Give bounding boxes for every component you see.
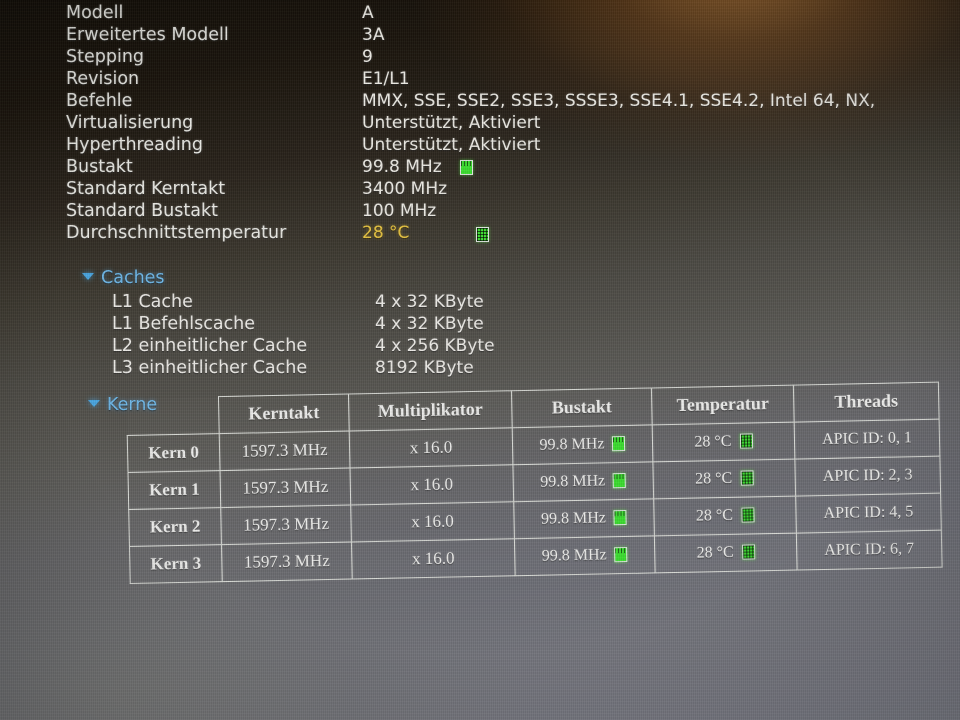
core-multiplier: x 16.0 bbox=[349, 427, 513, 468]
cache-label: L2 einheitlicher Cache bbox=[112, 336, 308, 356]
core-clock: 1597.3 MHz bbox=[219, 430, 350, 471]
bars-indicator-icon bbox=[460, 160, 473, 175]
core-bus-value: 99.8 MHz bbox=[540, 508, 607, 528]
core-temperature: 28 °C bbox=[653, 495, 797, 536]
property-value: 9 bbox=[362, 47, 373, 67]
property-label: Hyperthreading bbox=[66, 135, 204, 155]
property-value: MMX, SSE, SSE2, SSE3, SSSE3, SSE4.1, SSE… bbox=[362, 91, 876, 111]
property-label: Durchschnittstemperatur bbox=[66, 223, 287, 243]
cores-table-container: Kerntakt Multiplikator Bustakt Temperatu… bbox=[126, 382, 943, 584]
core-bus: 99.8 MHz bbox=[514, 535, 656, 576]
core-name: Kern 1 bbox=[127, 470, 221, 509]
core-temperature-value: 28 °C bbox=[694, 432, 732, 451]
mesh-indicator-icon bbox=[740, 507, 755, 523]
core-multiplier: x 16.0 bbox=[351, 538, 516, 579]
core-threads: APIC ID: 2, 3 bbox=[794, 455, 941, 496]
core-multiplier: x 16.0 bbox=[349, 464, 514, 505]
property-label: Revision bbox=[66, 69, 140, 89]
core-temperature-value: 28 °C bbox=[696, 543, 734, 562]
core-bus-value: 99.8 MHz bbox=[540, 471, 606, 491]
property-value: A bbox=[362, 3, 374, 23]
property-value: 3400 MHz bbox=[362, 179, 448, 199]
core-clock: 1597.3 MHz bbox=[219, 467, 351, 508]
section-header-caches[interactable]: Caches bbox=[82, 268, 165, 288]
cache-value: 4 x 256 KByte bbox=[375, 336, 495, 356]
bars-indicator-icon bbox=[612, 435, 626, 452]
cache-value: 4 x 32 KByte bbox=[375, 292, 484, 312]
property-label: Standard Kerntakt bbox=[66, 179, 226, 199]
property-label: Standard Bustakt bbox=[66, 201, 218, 221]
cores-table: Kerntakt Multiplikator Bustakt Temperatu… bbox=[126, 382, 943, 584]
bars-indicator-icon bbox=[614, 546, 628, 563]
core-bus: 99.8 MHz bbox=[512, 424, 653, 465]
core-temperature: 28 °C bbox=[652, 421, 795, 462]
core-threads: APIC ID: 4, 5 bbox=[795, 492, 942, 533]
core-bus-value: 99.8 MHz bbox=[541, 545, 607, 565]
cache-label: L1 Befehlscache bbox=[112, 314, 256, 334]
property-value: Unterstützt, Aktiviert bbox=[362, 113, 541, 133]
cache-label: L1 Cache bbox=[112, 292, 193, 312]
chevron-down-icon bbox=[82, 273, 94, 280]
mesh-indicator-icon bbox=[476, 227, 489, 242]
property-label: Bustakt bbox=[66, 157, 133, 177]
core-temperature-value: 28 °C bbox=[695, 506, 734, 525]
property-label: Erweitertes Modell bbox=[66, 25, 229, 45]
core-threads: APIC ID: 6, 7 bbox=[796, 529, 943, 570]
column-header-kerntakt[interactable]: Kerntakt bbox=[218, 394, 350, 434]
property-label: Stepping bbox=[66, 47, 145, 67]
cache-value: 4 x 32 KByte bbox=[375, 314, 484, 334]
cache-label: L3 einheitlicher Cache bbox=[112, 358, 308, 378]
core-multiplier: x 16.0 bbox=[350, 501, 515, 542]
chevron-down-icon bbox=[88, 400, 100, 407]
property-value: E1/L1 bbox=[362, 69, 410, 89]
cache-value: 8192 KByte bbox=[375, 358, 474, 378]
core-name: Kern 0 bbox=[127, 433, 220, 472]
core-name: Kern 2 bbox=[128, 507, 222, 546]
core-bus: 99.8 MHz bbox=[513, 498, 655, 539]
cpu-info-screen: Modell A Erweitertes Modell 3A Stepping … bbox=[0, 0, 960, 720]
mesh-indicator-icon bbox=[740, 470, 754, 486]
property-label: Virtualisierung bbox=[66, 113, 194, 133]
core-clock: 1597.3 MHz bbox=[221, 541, 353, 582]
column-header-bustakt[interactable]: Bustakt bbox=[511, 387, 653, 428]
property-value: 100 MHz bbox=[362, 201, 437, 221]
mesh-indicator-icon bbox=[741, 544, 755, 560]
core-bus-value: 99.8 MHz bbox=[539, 434, 605, 454]
core-threads: APIC ID: 0, 1 bbox=[794, 418, 940, 459]
core-bus: 99.8 MHz bbox=[512, 461, 654, 502]
column-header-multiplikator[interactable]: Multiplikator bbox=[348, 390, 513, 431]
property-label: Modell bbox=[66, 3, 124, 23]
column-header-threads[interactable]: Threads bbox=[793, 382, 940, 422]
core-temperature-value: 28 °C bbox=[695, 469, 733, 488]
core-temperature: 28 °C bbox=[652, 458, 796, 499]
property-value: Unterstützt, Aktiviert bbox=[362, 135, 541, 155]
table-corner-cell bbox=[127, 397, 220, 435]
core-name: Kern 3 bbox=[129, 544, 223, 583]
column-header-temperatur[interactable]: Temperatur bbox=[651, 385, 795, 425]
property-label: Befehle bbox=[66, 91, 133, 111]
bars-indicator-icon bbox=[613, 472, 627, 489]
property-value: 3A bbox=[362, 25, 385, 45]
section-title: Caches bbox=[101, 268, 165, 288]
core-temperature: 28 °C bbox=[654, 532, 798, 573]
bars-indicator-icon bbox=[613, 509, 628, 526]
core-clock: 1597.3 MHz bbox=[220, 504, 352, 545]
mesh-indicator-icon bbox=[739, 433, 753, 449]
property-value: 99.8 MHz bbox=[362, 157, 442, 177]
property-value: 28 °C bbox=[362, 223, 410, 243]
